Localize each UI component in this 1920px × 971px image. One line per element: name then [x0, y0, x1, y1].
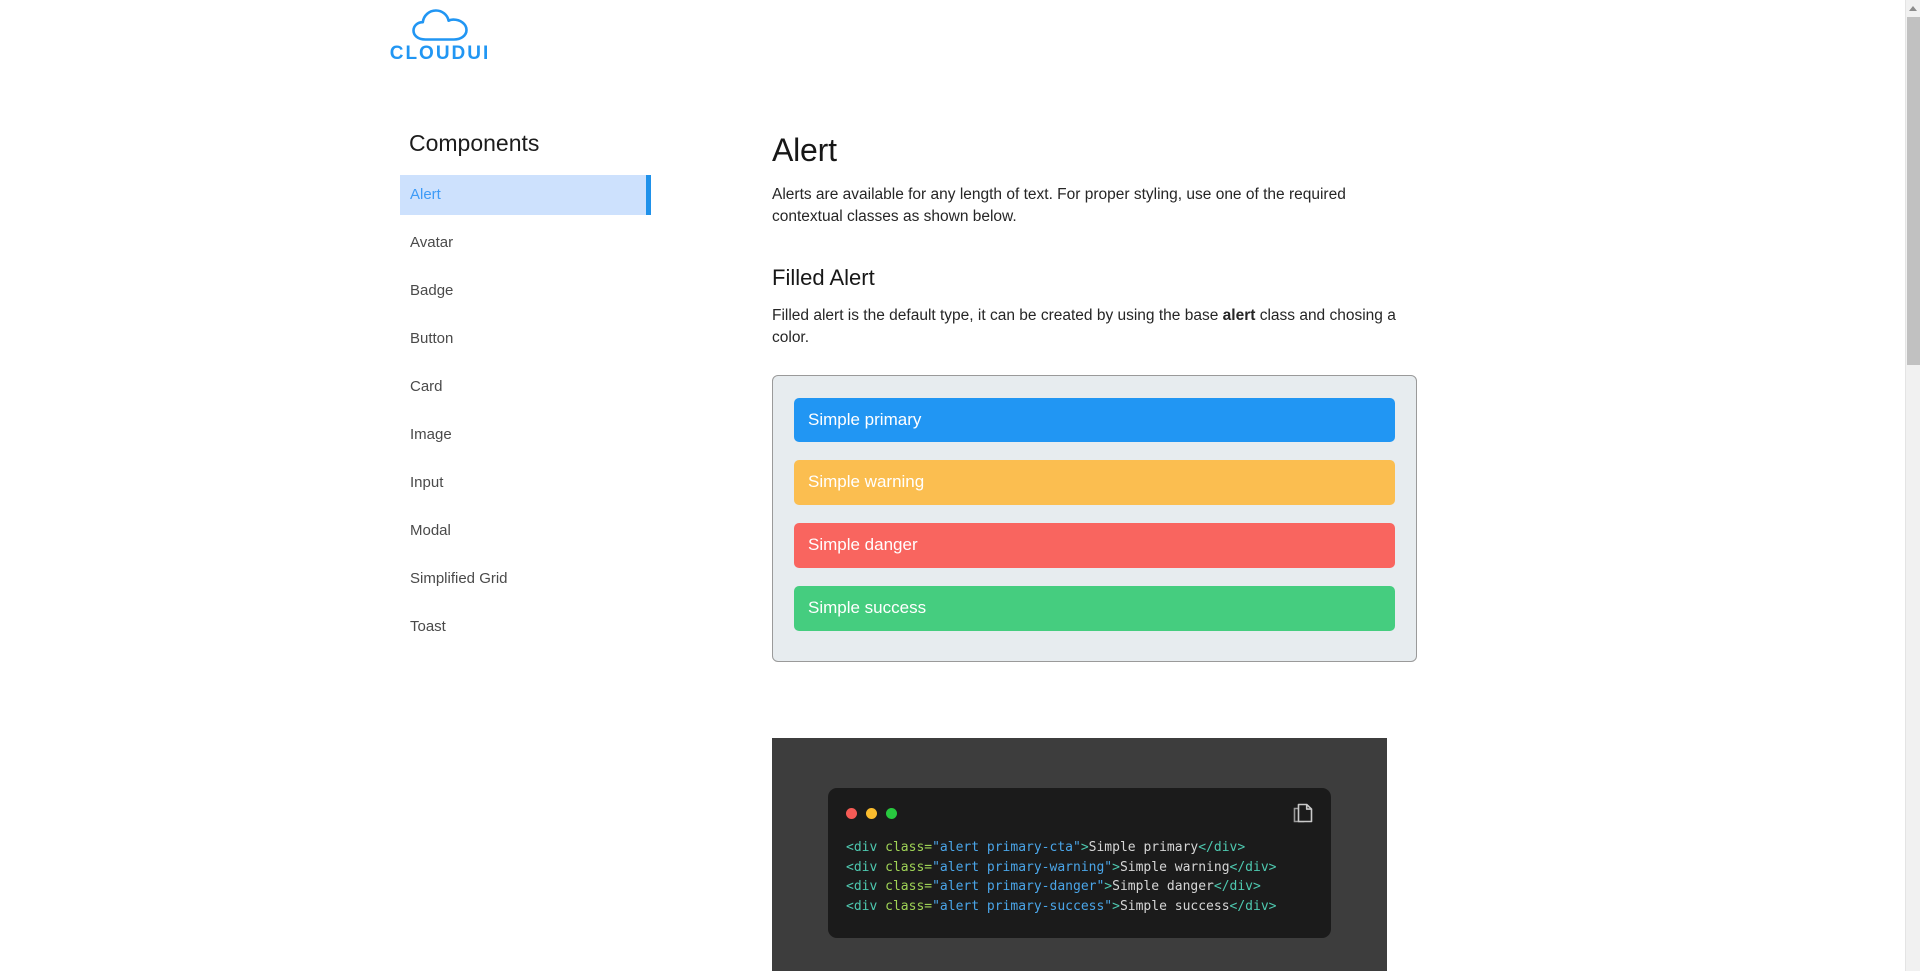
- list-item: Alert: [400, 174, 651, 215]
- code-token-close: </div>: [1198, 840, 1246, 856]
- section-description: Filled alert is the default type, it can…: [772, 305, 1432, 349]
- code-token-value: "alert primary-warning": [932, 859, 1113, 875]
- sidebar-item-button[interactable]: Button: [400, 319, 650, 359]
- list-item: Input: [400, 463, 650, 503]
- code-token-attr: class=: [885, 898, 933, 914]
- components-sidebar: Components Alert Avatar Badge Button Car…: [400, 130, 651, 655]
- window-minimize-dot[interactable]: [866, 807, 877, 819]
- sidebar-item-alert[interactable]: Alert: [400, 174, 651, 215]
- main-content: Alert Alerts are available for any lengt…: [772, 130, 1432, 971]
- list-item: Avatar: [400, 223, 650, 263]
- scrollbar-thumb[interactable]: [1907, 17, 1920, 365]
- alert-success: Simple success: [794, 586, 1395, 632]
- code-token-attr: class=: [885, 859, 933, 875]
- code-showcase-shell: <div class="alert primary-cta">Simple pr…: [772, 738, 1387, 971]
- code-token-text: Simple danger: [1112, 879, 1214, 895]
- copy-icon[interactable]: [1292, 802, 1314, 826]
- list-item: Image: [400, 415, 650, 455]
- list-item: Simplified Grid: [400, 559, 650, 599]
- code-token-tag: <div: [846, 898, 886, 914]
- window-close-dot[interactable]: [846, 807, 857, 819]
- code-line: <div class="alert primary-cta">Simple pr…: [846, 838, 1313, 858]
- sidebar-item-simplified-grid[interactable]: Simplified Grid: [400, 559, 650, 599]
- list-item: Button: [400, 319, 650, 359]
- cloud-icon: [411, 8, 469, 42]
- code-token-tag: <div: [846, 840, 886, 856]
- sidebar-item-image[interactable]: Image: [400, 415, 650, 455]
- sidebar-item-avatar[interactable]: Avatar: [400, 223, 650, 263]
- code-token-text: Simple primary: [1088, 840, 1199, 856]
- code-token-gt: >: [1112, 898, 1120, 914]
- window-maximize-dot[interactable]: [886, 807, 897, 819]
- sidebar-item-modal[interactable]: Modal: [400, 511, 650, 551]
- code-token-value: "alert primary-cta": [932, 840, 1081, 856]
- list-item: Modal: [400, 511, 650, 551]
- section-desc-before: Filled alert is the default type, it can…: [772, 306, 1223, 324]
- list-item: Badge: [400, 271, 650, 311]
- code-token-tag: <div: [846, 879, 886, 895]
- alert-demo-panel: Simple primary Simple warning Simple dan…: [772, 374, 1417, 663]
- code-token-text: Simple success: [1119, 898, 1230, 914]
- list-item: Card: [400, 367, 650, 407]
- page-root: CLOUDUI Components Alert Avatar Badge Bu…: [0, 0, 1920, 971]
- section-desc-code-term: alert: [1222, 306, 1256, 324]
- sidebar-nav-list: Alert Avatar Badge Button Card Image Inp…: [400, 174, 651, 647]
- sidebar-title: Components: [409, 130, 540, 156]
- code-token-text: Simple warning: [1119, 859, 1230, 875]
- code-token-close: </div>: [1229, 898, 1277, 914]
- code-token-close: </div>: [1213, 879, 1261, 895]
- brand-logo[interactable]: CLOUDUI: [388, 8, 492, 65]
- window-titlebar: [846, 804, 1313, 822]
- alert-warning: Simple warning: [794, 460, 1395, 506]
- code-token-tag: <div: [846, 859, 886, 875]
- section-title-filled-alert: Filled Alert: [772, 265, 875, 290]
- code-line: <div class="alert primary-warning">Simpl…: [846, 858, 1313, 878]
- code-line: <div class="alert primary-danger">Simple…: [846, 877, 1313, 897]
- brand-name: CLOUDUI: [389, 43, 491, 64]
- code-window: <div class="alert primary-cta">Simple pr…: [828, 788, 1331, 939]
- sidebar-item-card[interactable]: Card: [400, 367, 650, 407]
- alert-danger: Simple danger: [794, 523, 1395, 569]
- code-block: <div class="alert primary-cta">Simple pr…: [846, 838, 1313, 916]
- code-token-gt: >: [1104, 879, 1113, 895]
- sidebar-item-input[interactable]: Input: [400, 463, 650, 503]
- alert-primary: Simple primary: [794, 397, 1395, 443]
- site-header: CLOUDUI: [0, 0, 1905, 92]
- sidebar-item-toast[interactable]: Toast: [400, 607, 650, 647]
- chevron-up-icon[interactable]: [1906, 0, 1920, 15]
- code-token-attr: class=: [885, 840, 933, 856]
- page-scrollbar[interactable]: [1905, 0, 1920, 971]
- page-title: Alert: [772, 132, 837, 168]
- list-item: Toast: [400, 607, 650, 647]
- code-line: <div class="alert primary-success">Simpl…: [846, 897, 1313, 917]
- code-token-gt: >: [1080, 840, 1089, 856]
- code-token-attr: class=: [885, 879, 933, 895]
- page-description: Alerts are available for any length of t…: [772, 186, 1346, 225]
- code-token-gt: >: [1112, 859, 1120, 875]
- code-token-value: "alert primary-success": [932, 898, 1113, 914]
- sidebar-item-badge[interactable]: Badge: [400, 271, 650, 311]
- code-token-close: </div>: [1229, 859, 1277, 875]
- code-token-value: "alert primary-danger": [932, 879, 1105, 895]
